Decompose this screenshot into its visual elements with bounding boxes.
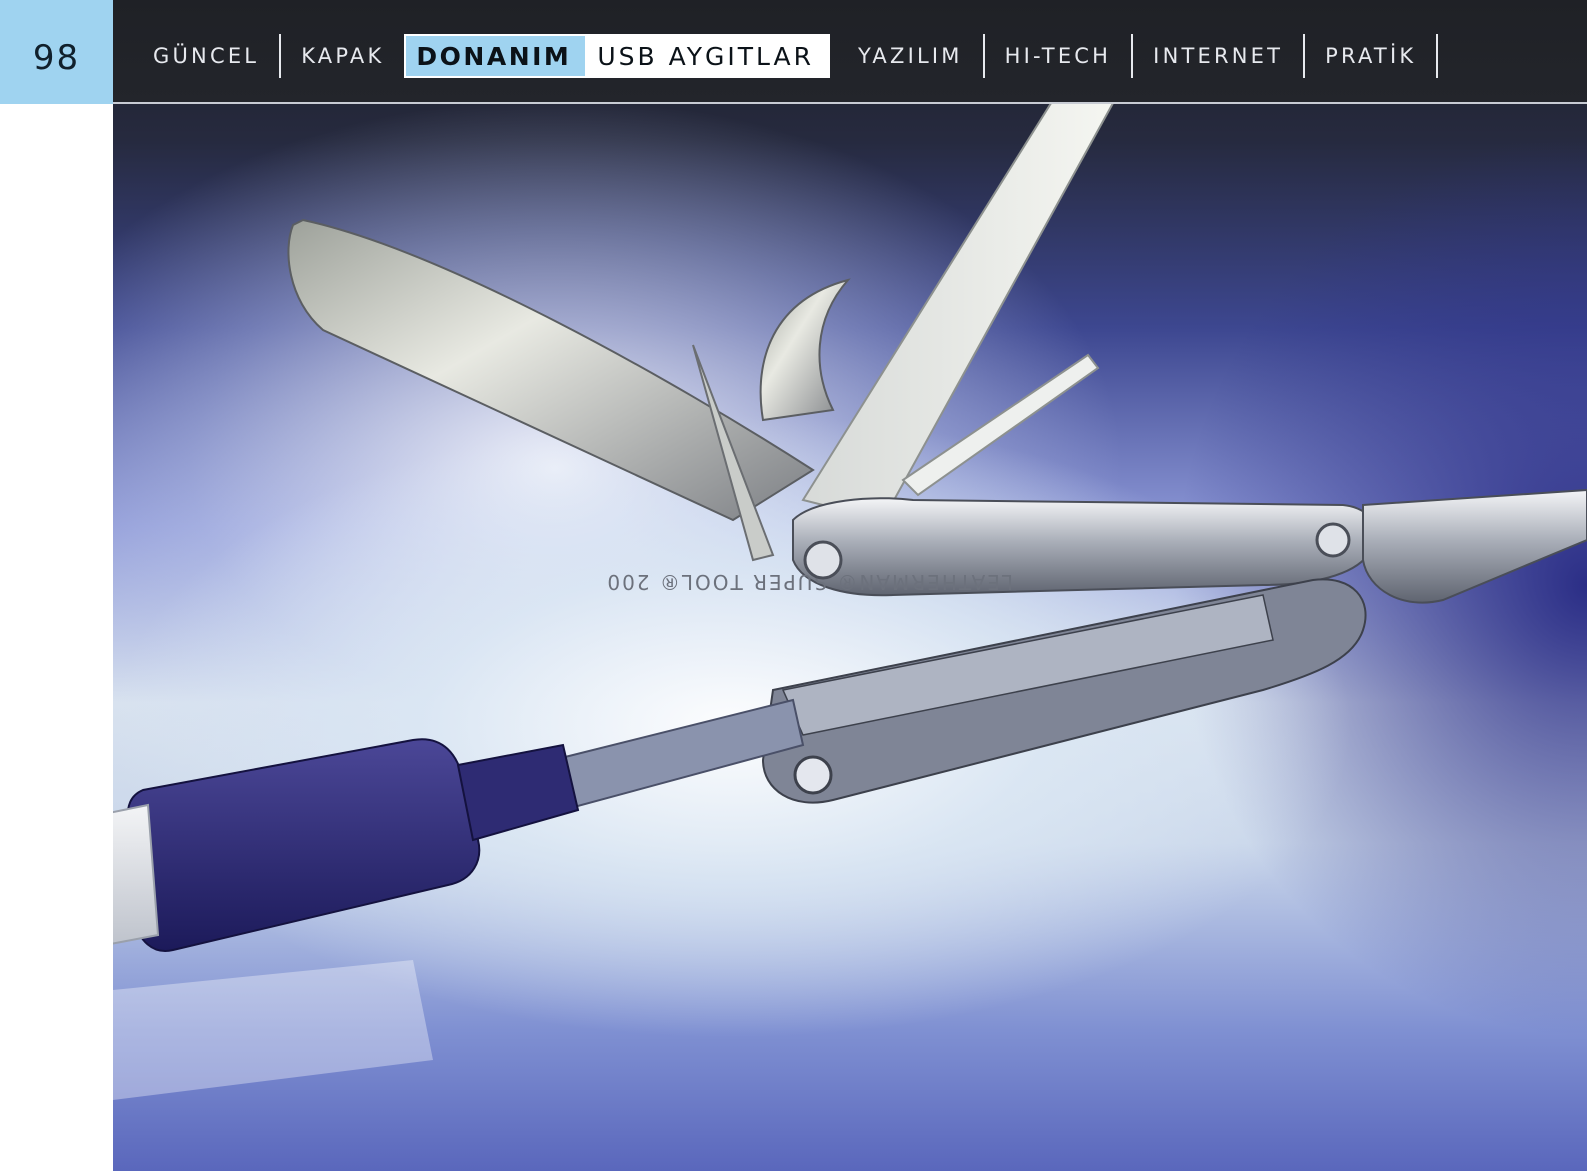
- nav-active-section[interactable]: DONANIM USB AYGITLAR: [404, 34, 831, 78]
- nav-item-internet[interactable]: INTERNET: [1133, 34, 1303, 78]
- pivot-rivet: [793, 755, 833, 795]
- usb-plug: [126, 738, 481, 952]
- nav-divider-line: [113, 102, 1587, 104]
- pliers-jaws: [1362, 488, 1587, 604]
- nav-row: GÜNCEL KAPAK DONANIM USB AYGITLAR YAZILI…: [133, 34, 1439, 78]
- multitool-usb-illustration: LEATHERMAN® SUPER TOOL® 200: [113, 58, 1587, 1100]
- can-opener: [759, 278, 851, 422]
- nav-item-yazilim[interactable]: YAZILIM: [838, 34, 983, 78]
- cover-photo: LEATHERMAN® SUPER TOOL® 200: [113, 0, 1587, 1171]
- usb-cable: [551, 698, 805, 812]
- usb-reflection: [113, 960, 433, 1100]
- nav-item-pratik[interactable]: PRATİK: [1305, 34, 1436, 78]
- nav-section-donanim[interactable]: DONANIM: [406, 36, 586, 76]
- page-number: 98: [0, 0, 113, 104]
- nav-item-hi-tech[interactable]: HI-TECH: [985, 34, 1132, 78]
- nav-item-kapak[interactable]: KAPAK: [281, 34, 404, 78]
- section-nav-bar: GÜNCEL KAPAK DONANIM USB AYGITLAR YAZILI…: [113, 0, 1587, 102]
- nav-item-guncel[interactable]: GÜNCEL: [133, 34, 279, 78]
- pivot-rivet: [1315, 522, 1351, 558]
- nav-topic-usb-aygitlar[interactable]: USB AYGITLAR: [585, 36, 829, 76]
- usb-strain-relief: [456, 743, 580, 842]
- pivot-rivet: [803, 540, 843, 580]
- nav-separator: [1436, 34, 1439, 78]
